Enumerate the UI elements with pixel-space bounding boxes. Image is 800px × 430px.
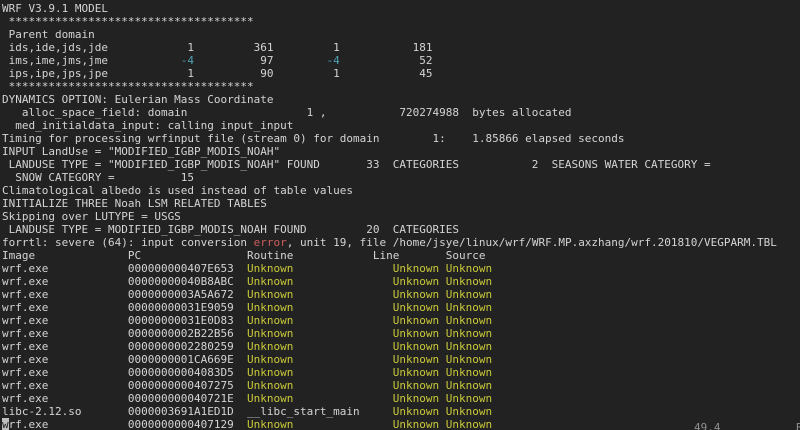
terminal-line: wrf.exe 000000000040721E Unknown Unknown… bbox=[2, 392, 777, 405]
terminal-line: Parent domain bbox=[2, 28, 777, 41]
terminal-line: ids,ide,jds,jde 1 361 1 181 bbox=[2, 41, 777, 54]
terminal-line: INPUT LandUse = "MODIFIED_IGBP_MODIS_NOA… bbox=[2, 145, 777, 158]
vim-ruler: 49,4 bbox=[694, 421, 721, 430]
terminal-line: ims,ime,jms,jme -4 97 -4 52 bbox=[2, 54, 777, 67]
terminal-line: WRF V3.9.1 MODEL bbox=[2, 2, 777, 15]
terminal-line: wrf.exe 0000000000407129 Unknown Unknown… bbox=[2, 418, 777, 430]
terminal-line: wrf.exe 0000000002B22B56 Unknown Unknown… bbox=[2, 327, 777, 340]
terminal-line: wrf.exe 0000000003A5A672 Unknown Unknown… bbox=[2, 288, 777, 301]
terminal-line: wrf.exe 00000000040B8ABC Unknown Unknown… bbox=[2, 275, 777, 288]
terminal-line: ************************************* bbox=[2, 15, 777, 28]
vim-scroll-indicator: Bot bbox=[796, 421, 800, 430]
terminal-line: wrf.exe 0000000000407275 Unknown Unknown… bbox=[2, 379, 777, 392]
terminal-line: wrf.exe 00000000031E0D83 Unknown Unknown… bbox=[2, 314, 777, 327]
terminal-line: forrtl: severe (64): input conversion er… bbox=[2, 236, 777, 249]
terminal-line: wrf.exe 0000000001CA669E Unknown Unknown… bbox=[2, 353, 777, 366]
terminal-line: med_initialdata_input: calling input_inp… bbox=[2, 119, 777, 132]
terminal-line: Timing for processing wrfinput file (str… bbox=[2, 132, 777, 145]
terminal-line: wrf.exe 0000000002280259 Unknown Unknown… bbox=[2, 340, 777, 353]
terminal-line: Skipping over LUTYPE = USGS bbox=[2, 210, 777, 223]
terminal-output: WRF V3.9.1 MODEL ***********************… bbox=[2, 2, 777, 430]
terminal-line: ips,ipe,jps,jpe 1 90 1 45 bbox=[2, 67, 777, 80]
terminal-line: INITIALIZE THREE Noah LSM RELATED TABLES bbox=[2, 197, 777, 210]
terminal-line: LANDUSE TYPE = MODIFIED_IGBP_MODIS_NOAH … bbox=[2, 223, 777, 236]
terminal-line: Image PC Routine Line Source bbox=[2, 249, 777, 262]
terminal-line: ************************************* bbox=[2, 80, 777, 93]
terminal-window[interactable]: WRF V3.9.1 MODEL ***********************… bbox=[0, 0, 800, 430]
terminal-line: LANDUSE TYPE = "MODIFIED_IGBP_MODIS_NOAH… bbox=[2, 158, 777, 171]
terminal-line: SNOW CATEGORY = 15 bbox=[2, 171, 777, 184]
terminal-line: alloc_space_field: domain 1 , 720274988 … bbox=[2, 106, 777, 119]
terminal-line: DYNAMICS OPTION: Eulerian Mass Coordinat… bbox=[2, 93, 777, 106]
terminal-line: Climatological albedo is used instead of… bbox=[2, 184, 777, 197]
terminal-line: wrf.exe 00000000031E9059 Unknown Unknown… bbox=[2, 301, 777, 314]
text-cursor: w bbox=[2, 418, 9, 430]
terminal-line: wrf.exe 000000000407E653 Unknown Unknown… bbox=[2, 262, 777, 275]
terminal-line: libc-2.12.so 0000003691A1ED1D __libc_sta… bbox=[2, 405, 777, 418]
terminal-line: wrf.exe 00000000004083D5 Unknown Unknown… bbox=[2, 366, 777, 379]
